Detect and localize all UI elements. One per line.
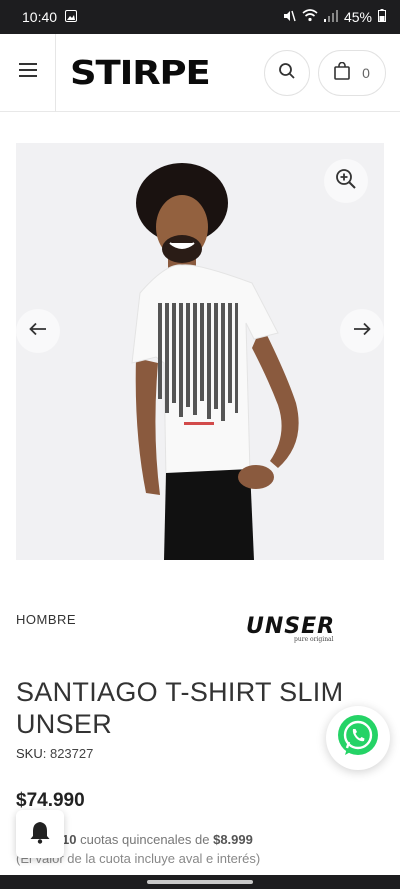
whatsapp-icon xyxy=(336,714,380,763)
cart-button[interactable]: 0 xyxy=(318,50,386,96)
bell-icon xyxy=(29,820,51,849)
shopping-bag-icon xyxy=(334,61,350,85)
installment-amount: $8.999 xyxy=(213,832,253,847)
battery-icon xyxy=(378,9,386,25)
search-button[interactable] xyxy=(264,50,310,96)
previous-image-button[interactable] xyxy=(16,309,60,353)
arrow-right-icon xyxy=(353,322,371,341)
home-gesture-pill[interactable] xyxy=(147,880,253,884)
notification-button[interactable] xyxy=(16,810,64,858)
cart-count: 0 xyxy=(362,65,370,81)
product-category[interactable]: HOMBRE xyxy=(16,612,76,627)
product-sku: SKU: 823727 xyxy=(16,746,94,761)
product-title: SANTIAGO T-SHIRT SLIM UNSER xyxy=(16,677,344,739)
whatsapp-button[interactable] xyxy=(326,706,390,770)
signal-icon xyxy=(323,9,338,25)
search-icon xyxy=(278,62,296,85)
hamburger-icon xyxy=(18,63,37,82)
status-bar: 10:40 45% xyxy=(0,0,400,34)
wifi-icon xyxy=(302,9,318,25)
installments-text: cuotas quincenales de xyxy=(80,832,210,847)
installments-count: 10 xyxy=(62,832,77,847)
product-image xyxy=(131,163,299,560)
brand-logo[interactable]: UNSER pure original xyxy=(246,614,382,646)
status-time: 10:40 xyxy=(22,9,58,25)
battery-percent: 45% xyxy=(343,9,372,25)
product-image-gallery[interactable] xyxy=(16,143,384,560)
brand-tagline: pure original xyxy=(294,636,334,643)
menu-button[interactable] xyxy=(0,33,56,112)
zoom-in-icon xyxy=(335,168,357,195)
gallery-notification-icon xyxy=(65,9,78,25)
sku-label: SKU xyxy=(16,746,43,761)
zoom-button[interactable] xyxy=(324,159,368,203)
product-price: $74.990 xyxy=(16,790,85,811)
system-navigation-bar xyxy=(0,875,400,889)
site-logo[interactable]: STIRPE xyxy=(70,53,211,92)
arrow-left-icon xyxy=(29,322,47,341)
sku-value: 823727 xyxy=(49,746,94,761)
site-header: STIRPE 0 xyxy=(0,33,400,112)
next-image-button[interactable] xyxy=(340,309,384,353)
mute-icon xyxy=(282,9,296,26)
